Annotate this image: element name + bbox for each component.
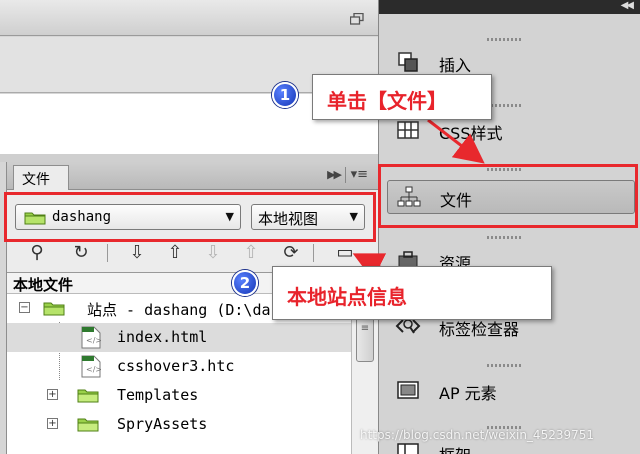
collapse-icon[interactable]: − [19,302,30,313]
expand-icon[interactable]: + [47,389,58,400]
refresh-icon[interactable]: ↻ [69,242,93,264]
dock-grip[interactable] [487,364,523,367]
dock-item-label: 插入 [439,56,472,75]
watermark: https://blog.csdn.net/weixin_45239751 [360,428,595,442]
folder-icon [77,389,99,403]
highlight-site-info [4,192,376,242]
callout-text: 单击【文件】 [327,89,447,113]
insert-icon [398,52,418,72]
connect-icon[interactable]: ⚲ [25,242,49,264]
site-folder-icon [43,302,65,316]
dock-item-label: 框架 [439,442,471,454]
svg-text:</>: </> [86,365,101,374]
dock-item-label: AP 元素 [439,384,497,403]
tab-files[interactable]: 文件 [13,165,69,190]
dock-grip[interactable] [487,104,523,107]
check-out-icon[interactable]: ⇩ [201,242,225,264]
synchronize-icon[interactable]: ⟳ [279,242,303,264]
file-icon: </> [81,355,101,378]
ap-elements-icon [397,381,419,399]
callout-local-site-info: 本地站点信息 [272,266,552,320]
dock-grip[interactable] [487,236,523,239]
frames-icon [397,443,419,454]
step-badge-2: 2 [232,270,258,296]
files-toolbar: ⚲ ↻ ⇩ ⇧ ⇩ ⇧ ⟳ ▭ [7,238,378,268]
tree-label: Templates [117,386,199,404]
dock-grip[interactable] [487,38,523,41]
collapse-dock-icon[interactable]: ◀◀ [621,0,634,11]
step-badge-1: 1 [272,82,298,108]
html-file-icon: </> [81,326,101,349]
toolbar-separator [313,244,314,262]
tree-label: SpryAssets [117,415,208,433]
expand-icon[interactable]: + [47,418,58,429]
highlight-files-dock [378,164,638,228]
callout-click-files: 单击【文件】 [312,74,492,120]
toolbar-separator [107,244,108,262]
tree-row-folder[interactable]: + Templates [7,381,351,410]
expand-view-icon[interactable]: ▭ [333,242,357,264]
dock-titlebar: ◀◀ [379,0,640,14]
css-styles-icon [397,121,419,139]
panel-gap [0,154,378,162]
dock-item-ap-elements[interactable]: AP 元素 [387,374,635,408]
svg-text:</>: </> [86,336,101,345]
tree-row-folder[interactable]: + SpryAssets [7,410,351,439]
callout-text: 本地站点信息 [287,285,407,309]
document-toolbar [0,0,378,36]
restore-window-icon[interactable] [350,13,364,25]
dock-item-label: CSS样式 [439,124,503,143]
tree-row-file[interactable]: </> csshover3.htc [7,352,351,381]
tree-label: index.html [117,328,208,346]
panel-menu-icon[interactable]: ▾≡ [351,167,368,182]
panel-tabbar: 文件 ▶▶ ▾≡ [7,162,378,190]
expand-panel-icon[interactable]: ▶▶ [327,168,342,181]
get-files-icon[interactable]: ⇩ [125,242,149,264]
check-in-icon[interactable]: ⇧ [239,242,263,264]
folder-icon [77,418,99,432]
panel-separator [345,167,346,183]
tree-row-file[interactable]: </> index.html [7,323,351,352]
tree-label: csshover3.htc [117,357,235,375]
put-files-icon[interactable]: ⇧ [163,242,187,264]
